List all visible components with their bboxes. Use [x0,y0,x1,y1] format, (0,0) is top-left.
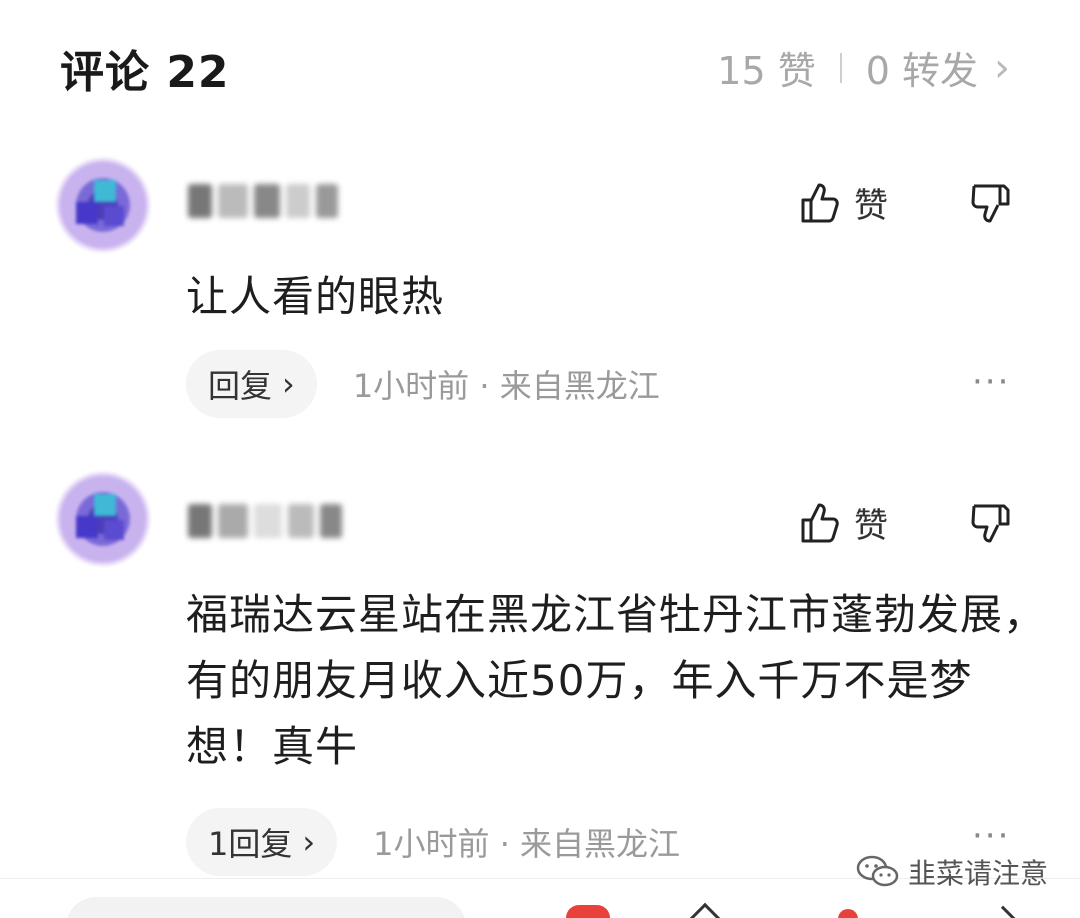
chevron-right-icon: › [994,44,1010,91]
comment-input[interactable] [66,897,466,918]
comment-time-location: 1小时前 · 来自黑龙江 [352,367,660,405]
comment-meta: 1回复 › 1小时前 · 来自黑龙江 [186,808,680,876]
thumbs-down-icon [971,184,1010,223]
watermark: 韭菜请注意 [856,852,1048,892]
comments-title: 评论 22 [60,47,230,98]
avatar[interactable] [56,158,150,252]
thumbs-up-icon [801,503,839,542]
username-blurred[interactable] [188,178,348,224]
chevron-right-icon: › [302,823,316,861]
like-label: 赞 [854,186,888,226]
thumbs-up-icon [801,183,839,222]
comment-text: 让人看的眼热 [186,272,445,321]
comment-count-badge[interactable] [566,905,610,918]
comment-time-location: 1小时前 · 来自黑龙江 [373,825,681,863]
like-label: 赞 [854,506,888,546]
reply-label: 1回复 [208,825,293,863]
wechat-icon [856,855,899,887]
comment-text: 福瑞达云星站在黑龙江省牡丹江市蓬勃发展，有的朋友月收入近50万，年入千万不是梦想… [186,590,1047,771]
reply-label: 回复 [208,367,273,405]
comment-meta: 回复 › 1小时前 · 来自黑龙江 [186,350,660,418]
stats-divider [839,52,842,83]
more-icon[interactable]: ··· [972,362,1010,402]
watermark-text: 韭菜请注意 [908,857,1049,890]
like-button[interactable]: 赞 [800,498,888,547]
username-blurred[interactable] [188,498,348,544]
header-stats[interactable]: 15 赞 0 转发 › [717,40,1010,95]
shares-count: 0 转发 [865,49,978,93]
reply-button[interactable]: 1回复 › [186,808,338,876]
share-icon[interactable] [683,902,727,918]
chevron-right-icon: › [282,365,295,403]
thumbs-down-icon [971,504,1010,543]
forward-icon[interactable] [984,905,1022,918]
dislike-button[interactable] [970,502,1014,548]
dislike-button[interactable] [970,182,1014,228]
reply-button[interactable]: 回复 › [186,350,317,418]
avatar[interactable] [56,472,150,566]
like-icon[interactable] [838,909,858,918]
likes-count: 15 赞 [717,49,816,93]
like-button[interactable]: 赞 [800,178,888,227]
comments-header: 评论 22 15 赞 0 转发 › [0,0,1080,130]
more-icon[interactable]: ··· [972,816,1010,856]
